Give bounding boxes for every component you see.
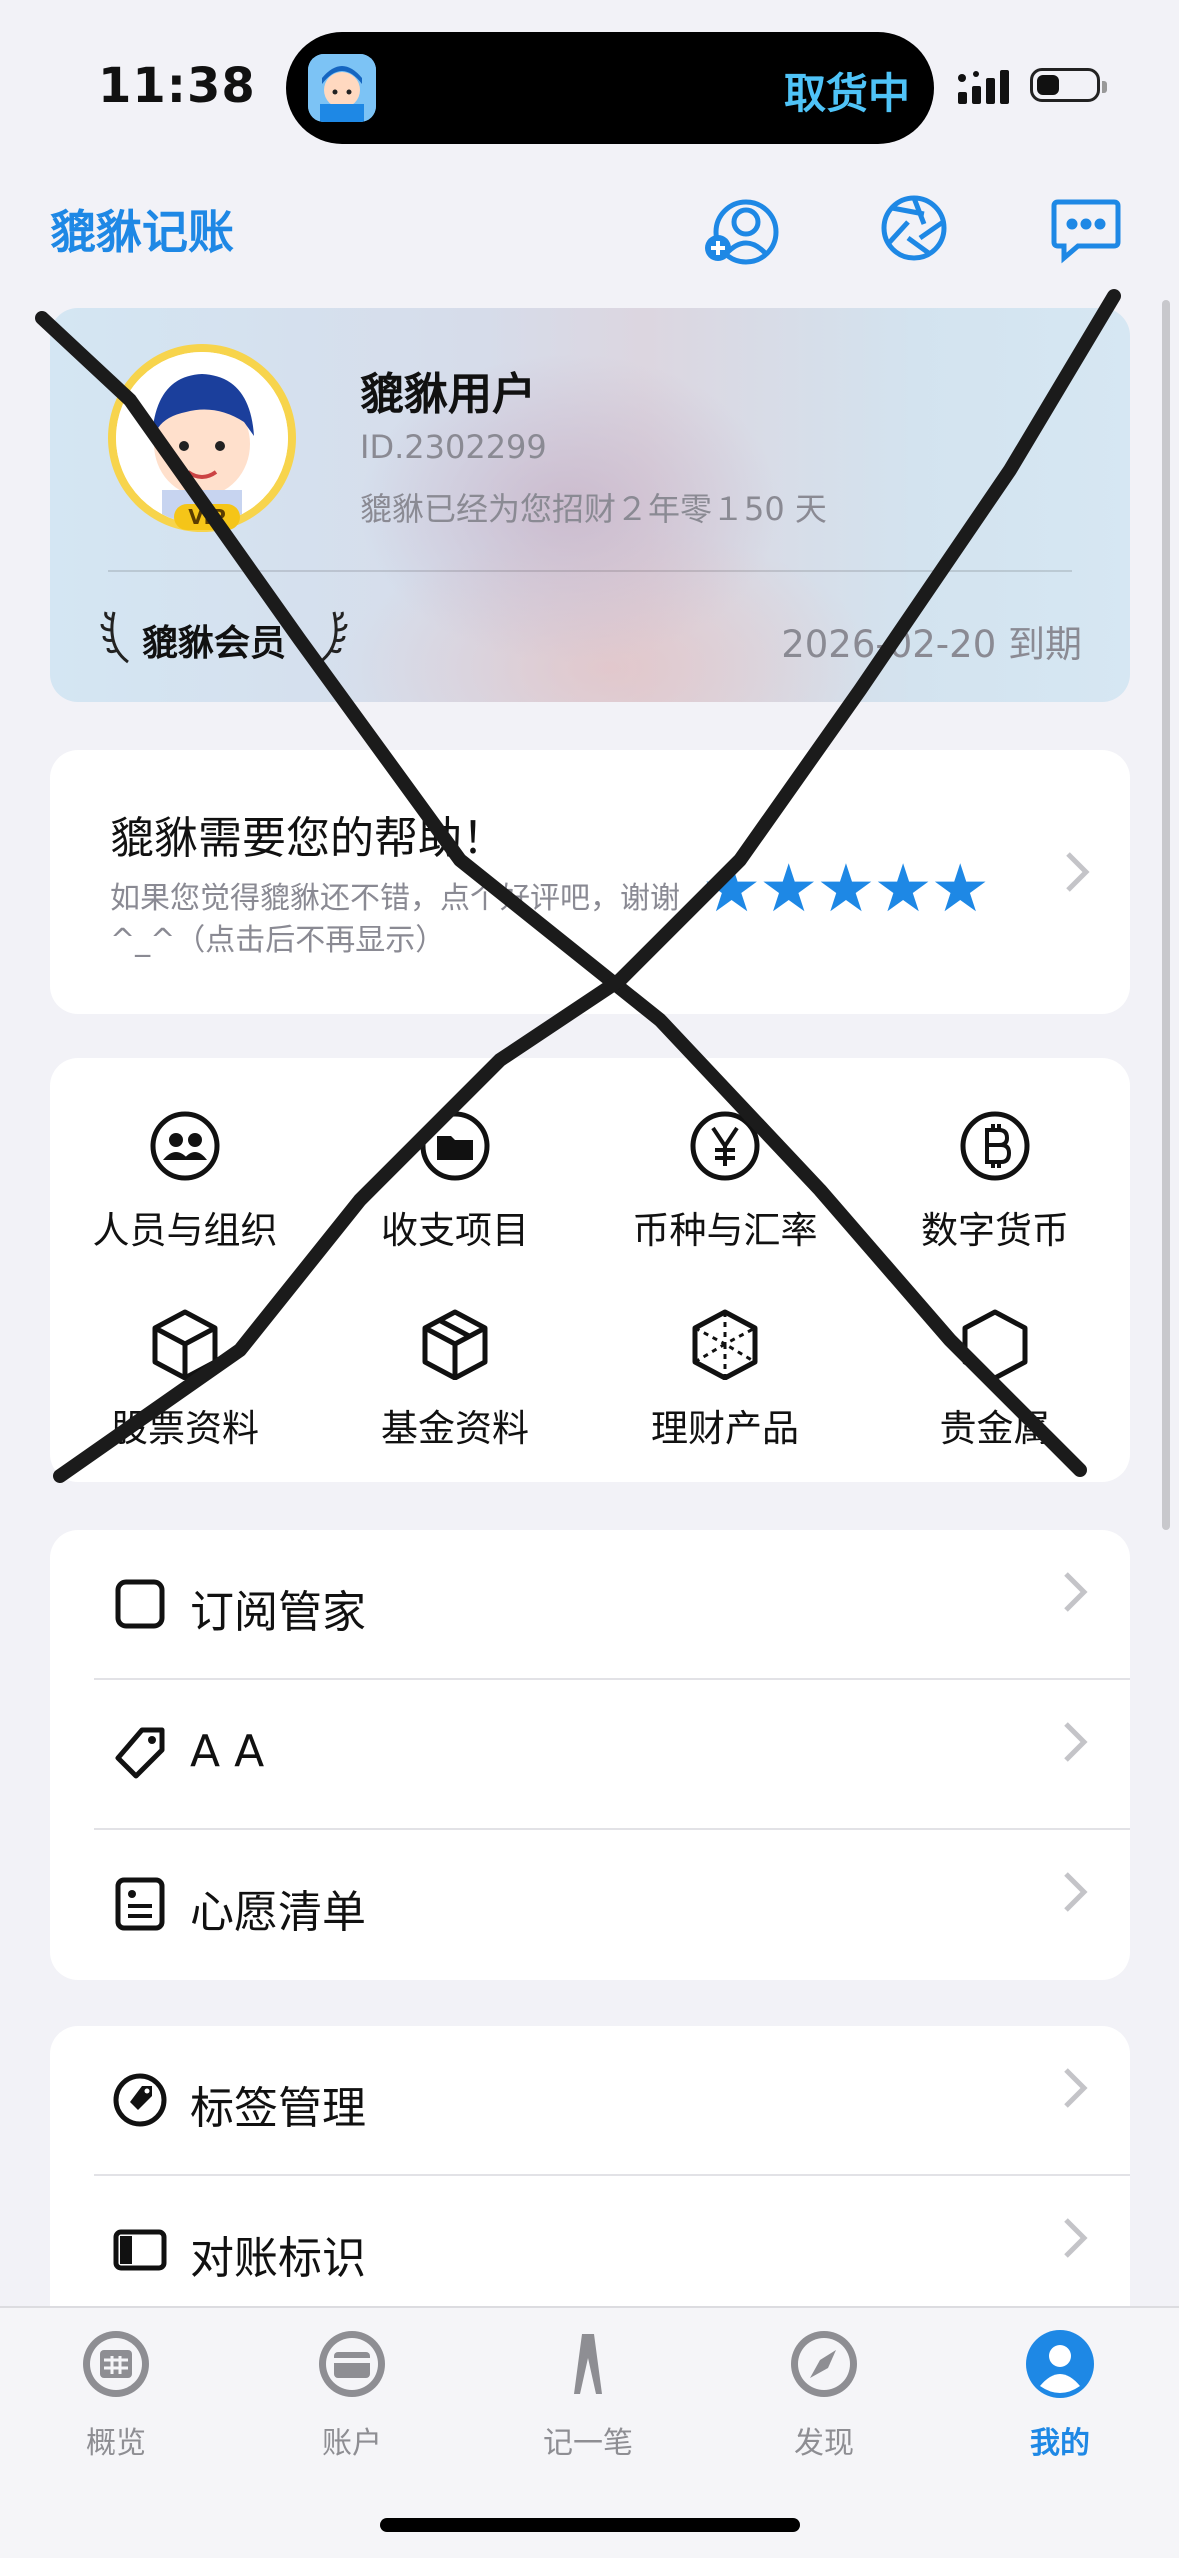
- grid-item-stocks[interactable]: 股票资料: [50, 1308, 320, 1452]
- grid-label: 贵金属: [939, 1407, 1051, 1450]
- grid-label: 理财产品: [651, 1407, 799, 1450]
- member-card[interactable]: VIP 貔貅用户 ID.2302299 貔貅已经为您招财２年零１50 天 貔貅会…: [50, 308, 1130, 702]
- status-time: 11:38: [98, 58, 256, 114]
- chevron-right-icon: [1064, 1872, 1088, 1912]
- list-item-tag-manage[interactable]: 标签管理: [50, 2026, 1130, 2176]
- grid-item-wealth-products[interactable]: 理财产品: [590, 1308, 860, 1452]
- cube-icon: [152, 1309, 218, 1381]
- grid-item-people[interactable]: 人员与组织: [50, 1110, 320, 1254]
- tab-record[interactable]: 记一笔: [508, 2328, 668, 2462]
- grid-item-income-expense[interactable]: 收支项目: [320, 1110, 590, 1254]
- chevron-right-icon: [1064, 850, 1090, 905]
- grid-item-crypto[interactable]: 数字货币: [860, 1110, 1130, 1254]
- tab-label: 记一笔: [543, 2426, 633, 2461]
- avatar[interactable]: VIP: [108, 344, 296, 532]
- grid-label: 股票资料: [111, 1407, 259, 1450]
- member-label: 貔貅会员: [142, 623, 287, 664]
- rating-title: 貔貅需要您的帮助！: [110, 813, 506, 864]
- chevron-right-icon: [1064, 1722, 1088, 1762]
- page-title: 貔貅记账: [50, 205, 234, 259]
- laurel-right-icon: [312, 606, 348, 670]
- reconcile-icon: [113, 2229, 167, 2271]
- island-status-text: 取货中: [783, 69, 910, 118]
- tab-accounts[interactable]: 账户: [272, 2328, 432, 2462]
- tools-grid: 人员与组织 收支项目 币种与汇率 数字货币 股票资料 基金资料 理财产品 贵金属: [50, 1058, 1130, 1482]
- signal-icon: [958, 70, 1014, 110]
- grid-item-precious-metals[interactable]: 贵金属: [860, 1308, 1130, 1452]
- list-item-aa[interactable]: A A: [50, 1680, 1130, 1830]
- grid-item-funds[interactable]: 基金资料: [320, 1308, 590, 1452]
- rating-subtitle: 如果您觉得貔貅还不错，点个好评吧，谢谢^_^（点击后不再显示）: [110, 881, 680, 958]
- aperture-icon[interactable]: [880, 194, 948, 266]
- chevron-right-icon: [1064, 2068, 1088, 2108]
- tab-label: 账户: [322, 2426, 382, 2461]
- battery-icon: [1030, 68, 1107, 102]
- scrollbar[interactable]: [1162, 300, 1170, 1530]
- chevron-right-icon: [1064, 2218, 1088, 2258]
- tab-label: 概览: [86, 2426, 146, 2461]
- tab-overview[interactable]: 概览: [36, 2328, 196, 2462]
- wishlist-icon: [115, 1877, 165, 1931]
- tag-icon: [115, 1727, 165, 1779]
- list-item-label: 标签管理: [190, 2083, 366, 2134]
- vip-badge: VIP: [174, 504, 240, 530]
- tab-discover[interactable]: 发现: [744, 2328, 904, 2462]
- grid-label: 收支项目: [381, 1209, 529, 1252]
- hexagon-icon: [962, 1309, 1028, 1381]
- list-item-label: 心愿清单: [190, 1887, 366, 1938]
- tab-label: 发现: [794, 2426, 854, 2461]
- message-icon[interactable]: [1050, 196, 1122, 268]
- list-item-subscription[interactable]: 订阅管家: [50, 1530, 1130, 1680]
- bitcoin-icon: [960, 1111, 1030, 1181]
- list-section-1: 订阅管家 A A 心愿清单: [50, 1530, 1130, 1980]
- chevron-right-icon: [1064, 1572, 1088, 1612]
- user-id: ID.2302299: [360, 428, 547, 466]
- grid-label: 数字货币: [921, 1209, 1069, 1252]
- laurel-left-icon: [100, 606, 136, 670]
- folder-icon: [420, 1111, 490, 1181]
- pen-icon: [574, 2334, 602, 2394]
- user-name: 貔貅用户: [360, 369, 536, 420]
- home-indicator[interactable]: [380, 2518, 800, 2532]
- cube-icon: [422, 1309, 488, 1381]
- profile-icon: [1026, 2330, 1094, 2398]
- list-item-wishlist[interactable]: 心愿清单: [50, 1830, 1130, 1980]
- card-icon: [319, 2331, 385, 2397]
- grid-label: 基金资料: [381, 1407, 529, 1450]
- list-item-label: 对账标识: [190, 2233, 366, 2284]
- grid-label: 币种与汇率: [632, 1209, 818, 1252]
- dynamic-island[interactable]: 取货中: [286, 32, 934, 144]
- people-icon: [150, 1111, 220, 1181]
- grid-item-currency[interactable]: 币种与汇率: [590, 1110, 860, 1254]
- list-item-label: A A: [190, 1726, 265, 1777]
- add-user-icon[interactable]: [700, 194, 784, 270]
- app-avatar-icon: [308, 54, 376, 122]
- user-days: 貔貅已经为您招财２年零１50 天: [360, 490, 827, 528]
- tab-profile[interactable]: 我的: [980, 2328, 1140, 2462]
- expiry-date: 2026-02-20 到期: [781, 623, 1082, 666]
- cube-dashed-icon: [692, 1309, 758, 1381]
- square-icon: [115, 1579, 165, 1629]
- card-divider: [108, 570, 1072, 572]
- rating-stars[interactable]: ★★★★★: [702, 850, 990, 927]
- tab-label: 我的: [1030, 2426, 1090, 2461]
- grid-label: 人员与组织: [92, 1209, 278, 1252]
- avatar-cartoon-icon: [116, 352, 288, 524]
- list-item-label: 订阅管家: [190, 1587, 366, 1638]
- list-item-reconcile[interactable]: 对账标识: [50, 2176, 1130, 2326]
- compass-icon: [791, 2331, 857, 2397]
- yen-icon: [690, 1111, 760, 1181]
- rating-card[interactable]: 貔貅需要您的帮助！ 如果您觉得貔貅还不错，点个好评吧，谢谢^_^（点击后不再显示…: [50, 750, 1130, 1014]
- tag-circle-icon: [113, 2073, 167, 2127]
- overview-icon: [83, 2331, 149, 2397]
